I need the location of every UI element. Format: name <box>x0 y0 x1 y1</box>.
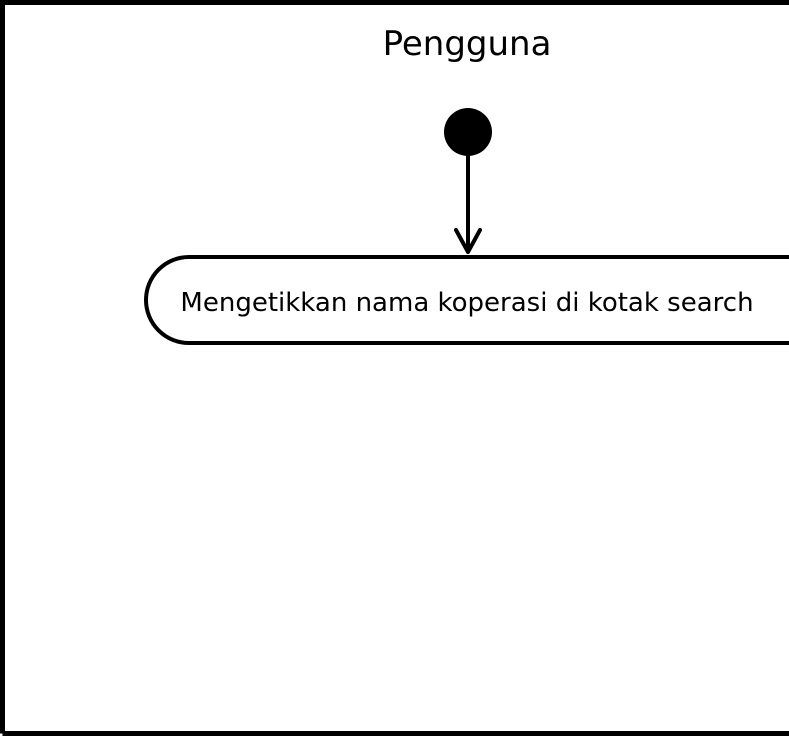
swimlane-title: Pengguna <box>383 24 552 64</box>
diagram-canvas: Pengguna Mengetikkan nama koperasi di ko… <box>0 0 789 736</box>
action-node: Mengetikkan nama koperasi di kotak searc… <box>144 255 789 345</box>
initial-node <box>444 108 492 156</box>
action-node-label: Mengetikkan nama koperasi di kotak searc… <box>180 288 753 318</box>
swimlane-border <box>0 0 789 736</box>
activity-diagram: Pengguna Mengetikkan nama koperasi di ko… <box>0 0 789 736</box>
control-flow-arrow <box>454 155 482 254</box>
